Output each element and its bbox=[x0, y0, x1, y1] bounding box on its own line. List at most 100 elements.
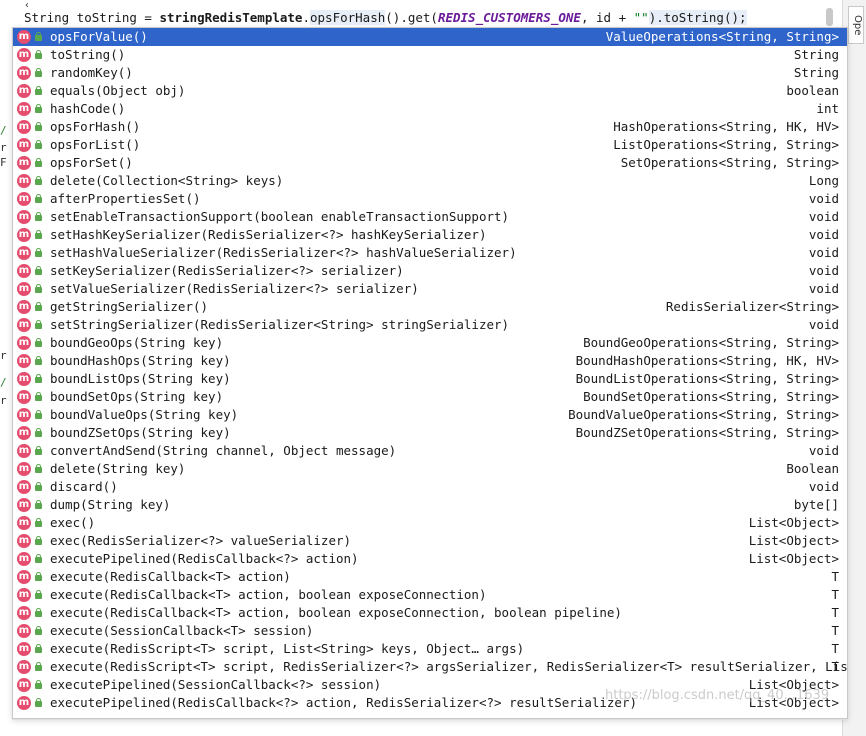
editor-scrollbar-thumb[interactable] bbox=[826, 8, 833, 26]
completion-item[interactable]: m delete(Collection<String> keys) Long bbox=[13, 172, 847, 190]
completion-item[interactable]: m execute(RedisCallback<T> action) T bbox=[13, 568, 847, 586]
completion-item[interactable]: m opsForSet() SetOperations<String, String… bbox=[13, 154, 847, 172]
completion-item-return-type: BoundListOperations<String, String> bbox=[575, 371, 839, 386]
completion-item[interactable]: m boundHashOps(String key) BoundHashOperat… bbox=[13, 352, 847, 370]
completion-item[interactable]: m boundGeoOps(String key) BoundGeoOperatio… bbox=[13, 334, 847, 352]
method-icon: m bbox=[17, 66, 31, 80]
completion-item[interactable]: m hashCode() int bbox=[13, 100, 847, 118]
completion-item-return-type: T bbox=[831, 605, 839, 620]
completion-item-signature: setKeySerializer(RedisSerializer<?> seri… bbox=[50, 263, 404, 278]
public-visibility-icon bbox=[34, 302, 43, 312]
completion-item[interactable]: m executePipelined(RedisCallback<?> actio… bbox=[13, 550, 847, 568]
completion-item[interactable]: m opsForHash() HashOperations<String, HK, … bbox=[13, 118, 847, 136]
method-icon: m bbox=[17, 462, 31, 476]
completion-item-return-type: SetOperations<String, String> bbox=[620, 155, 839, 170]
completion-item-return-type: RedisSerializer<String> bbox=[665, 299, 839, 314]
completion-item-return-type: void bbox=[808, 209, 839, 224]
completion-item[interactable]: m opsForValue() ValueOperations<String, St… bbox=[13, 28, 847, 46]
completion-item[interactable]: m setEnableTransactionSupport(boolean ena… bbox=[13, 208, 847, 226]
public-visibility-icon bbox=[34, 518, 43, 528]
completion-item[interactable]: m execute(RedisCallback<T> action, boolea… bbox=[13, 604, 847, 622]
method-icon: m bbox=[17, 426, 31, 440]
method-icon: m bbox=[17, 660, 31, 674]
completion-item-return-type: ListOperations<String, String> bbox=[613, 137, 839, 152]
completion-item-return-type: Long bbox=[808, 173, 839, 188]
completion-item[interactable]: m opsForList() ListOperations<String, Stri… bbox=[13, 136, 847, 154]
completion-item[interactable]: m afterPropertiesSet() void bbox=[13, 190, 847, 208]
method-icon: m bbox=[17, 246, 31, 260]
completion-item[interactable]: m delete(String key) Boolean bbox=[13, 460, 847, 478]
method-icon: m bbox=[17, 606, 31, 620]
gutter-fragment: / bbox=[0, 376, 7, 389]
public-visibility-icon bbox=[34, 86, 43, 96]
completion-item-signature: boundGeoOps(String key) bbox=[50, 335, 224, 350]
method-icon: m bbox=[17, 318, 31, 332]
completion-item-signature: executePipelined(RedisCallback<?> action… bbox=[50, 695, 637, 710]
completion-item-return-type: void bbox=[808, 443, 839, 458]
completion-item[interactable]: m dump(String key) byte[] bbox=[13, 496, 847, 514]
completion-item[interactable]: m execute(RedisCallback<T> action, boolea… bbox=[13, 586, 847, 604]
completion-item[interactable]: m execute(RedisScript<T> script, List<Str… bbox=[13, 640, 847, 658]
completion-item[interactable]: m discard() void bbox=[13, 478, 847, 496]
completion-item[interactable]: m boundValueOps(String key) BoundValueOper… bbox=[13, 406, 847, 424]
code-dot: . bbox=[302, 10, 310, 25]
completion-item-return-type: BoundZSetOperations<String, String> bbox=[575, 425, 839, 440]
method-icon: m bbox=[17, 300, 31, 314]
code-tail: ).toString(); bbox=[648, 10, 747, 25]
completion-item-return-type: void bbox=[808, 281, 839, 296]
completion-item-return-type: void bbox=[808, 317, 839, 332]
public-visibility-icon bbox=[34, 356, 43, 366]
completion-item-signature: execute(RedisScript<T> script, List<Stri… bbox=[50, 641, 525, 656]
public-visibility-icon bbox=[34, 482, 43, 492]
completion-item[interactable]: m boundListOps(String key) BoundListOperat… bbox=[13, 370, 847, 388]
completion-item-signature: hashCode() bbox=[50, 101, 126, 116]
completion-item[interactable]: m setHashKeySerializer(RedisSerializer<?>… bbox=[13, 226, 847, 244]
completion-item-signature: getStringSerializer() bbox=[50, 299, 209, 314]
code-line[interactable]: String toString = stringRedisTemplate.op… bbox=[24, 10, 747, 26]
method-icon: m bbox=[17, 354, 31, 368]
public-visibility-icon bbox=[34, 50, 43, 60]
completion-item[interactable]: m convertAndSend(String channel, Object m… bbox=[13, 442, 847, 460]
completion-item-return-type: void bbox=[808, 245, 839, 260]
completion-item-return-type: T bbox=[831, 659, 839, 674]
method-icon: m bbox=[17, 390, 31, 404]
completion-item[interactable]: m boundZSetOps(String key) BoundZSetOperat… bbox=[13, 424, 847, 442]
completion-item-return-type: String bbox=[793, 65, 839, 80]
completion-item[interactable]: m execute(SessionCallback<T> session) T bbox=[13, 622, 847, 640]
method-icon: m bbox=[17, 84, 31, 98]
completion-item[interactable]: m randomKey() String bbox=[13, 64, 847, 82]
code-constant: REDIS_CUSTOMERS_ONE bbox=[437, 10, 581, 25]
completion-item-signature: boundHashOps(String key) bbox=[50, 353, 231, 368]
public-visibility-icon bbox=[34, 266, 43, 276]
completion-item[interactable]: m getStringSerializer() RedisSerializer<St… bbox=[13, 298, 847, 316]
public-visibility-icon bbox=[34, 374, 43, 384]
completion-item-return-type: T bbox=[831, 641, 839, 656]
public-visibility-icon bbox=[34, 122, 43, 132]
completion-item[interactable]: m setKeySerializer(RedisSerializer<?> ser… bbox=[13, 262, 847, 280]
code-mid: ().get( bbox=[385, 10, 438, 25]
method-icon: m bbox=[17, 48, 31, 62]
completion-item-signature: randomKey() bbox=[50, 65, 133, 80]
gutter-fragment: r bbox=[0, 394, 7, 407]
public-visibility-icon bbox=[34, 428, 43, 438]
completion-item-return-type: byte[] bbox=[793, 497, 839, 512]
completion-item[interactable]: m setStringSerializer(RedisSerializer<Str… bbox=[13, 316, 847, 334]
completion-item[interactable]: m setValueSerializer(RedisSerializer<?> s… bbox=[13, 280, 847, 298]
completion-item[interactable]: m equals(Object obj) boolean bbox=[13, 82, 847, 100]
completion-item[interactable]: m boundSetOps(String key) BoundSetOperatio… bbox=[13, 388, 847, 406]
completion-item-return-type: void bbox=[808, 479, 839, 494]
completion-item[interactable]: m exec(RedisSerializer<?> valueSerializer… bbox=[13, 532, 847, 550]
completion-item-signature: setEnableTransactionSupport(boolean enab… bbox=[50, 209, 510, 224]
completion-item[interactable]: m toString() String bbox=[13, 46, 847, 64]
right-tool-tab[interactable]: Ope bbox=[848, 6, 864, 44]
completion-item[interactable]: m setHashValueSerializer(RedisSerializer<… bbox=[13, 244, 847, 262]
completion-item-return-type: boolean bbox=[786, 83, 839, 98]
completion-item[interactable]: m exec() List<Object> bbox=[13, 514, 847, 532]
completion-item-signature: boundSetOps(String key) bbox=[50, 389, 224, 404]
public-visibility-icon bbox=[34, 212, 43, 222]
completion-item-signature: setHashValueSerializer(RedisSerializer<?… bbox=[50, 245, 517, 260]
completion-item-return-type: List<Object> bbox=[748, 515, 839, 530]
completion-item[interactable]: m execute(RedisScript<T> script, RedisSer… bbox=[13, 658, 847, 676]
public-visibility-icon bbox=[34, 500, 43, 510]
completion-item-return-type: Boolean bbox=[786, 461, 839, 476]
